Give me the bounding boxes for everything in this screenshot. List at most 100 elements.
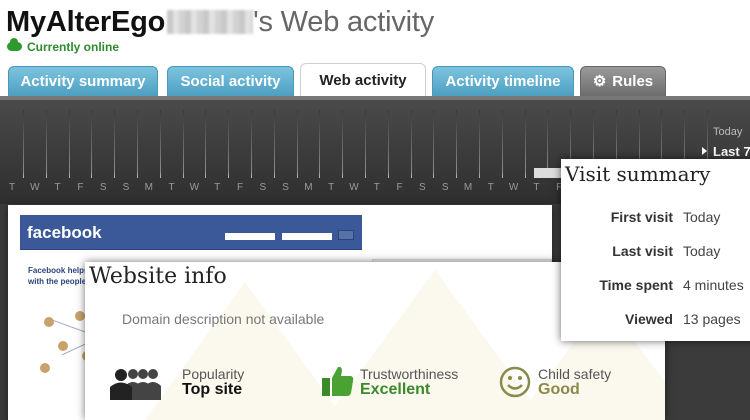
timeline-tick bbox=[23, 110, 24, 178]
page-title: MyAlterEgo 's Web activity bbox=[6, 6, 434, 39]
preview-header: facebook bbox=[20, 215, 362, 250]
visit-row-viewed: Viewed 13 pages bbox=[561, 311, 750, 331]
timeline-day[interactable]: M bbox=[301, 182, 315, 193]
timeline-day[interactable]: S bbox=[96, 182, 110, 193]
timeline-day[interactable]: S bbox=[415, 182, 429, 193]
timeline-tick bbox=[479, 110, 480, 178]
visit-row-value: Today bbox=[683, 243, 721, 259]
domain-description: Domain description not available bbox=[122, 311, 325, 327]
timeline-day[interactable]: T bbox=[5, 182, 19, 193]
timeline-day[interactable]: W bbox=[28, 182, 42, 193]
timeline-day[interactable]: S bbox=[119, 182, 133, 193]
child-safety-value: Good bbox=[538, 381, 580, 398]
network-node bbox=[44, 317, 54, 327]
timeline-day[interactable]: S bbox=[256, 182, 270, 193]
timeline-tick bbox=[205, 110, 207, 178]
timeline-tick bbox=[456, 110, 458, 178]
timeline-tick bbox=[296, 110, 298, 178]
visit-row-first-visit: First visit Today bbox=[561, 209, 750, 229]
timeline-day[interactable]: W bbox=[187, 182, 201, 193]
timeline-day[interactable]: F bbox=[73, 182, 87, 193]
child-safety-metric: Child safety Good bbox=[499, 360, 649, 400]
timeline-day[interactable]: S bbox=[438, 182, 452, 193]
network-node bbox=[40, 363, 50, 373]
timeline-day[interactable]: T bbox=[324, 182, 338, 193]
visit-row-key: First visit bbox=[610, 209, 673, 225]
trustworthiness-value: Excellent bbox=[360, 381, 431, 398]
tab-label: Social activity bbox=[180, 73, 281, 90]
timeline-day[interactable]: W bbox=[347, 182, 361, 193]
username: MyAlterEgo bbox=[6, 6, 166, 38]
timeline-tick bbox=[228, 110, 230, 178]
timeline-tick bbox=[410, 110, 412, 178]
timeline-tick bbox=[68, 110, 70, 178]
timeline-tick bbox=[387, 110, 389, 178]
network-edge bbox=[51, 319, 89, 334]
tab-label: Web activity bbox=[319, 72, 407, 89]
visit-row-time-spent: Time spent 4 minutes bbox=[561, 277, 750, 297]
page: MyAlterEgo 's Web activity Currently onli… bbox=[0, 0, 750, 420]
timeline-tick bbox=[251, 110, 252, 178]
tab-activity-summary[interactable]: Activity summary bbox=[8, 66, 158, 96]
timeline-day[interactable]: T bbox=[484, 182, 498, 193]
activity-bar bbox=[534, 168, 564, 178]
timeline-day[interactable]: F bbox=[233, 182, 247, 193]
facebook-logo: facebook bbox=[27, 223, 102, 242]
tab-rules[interactable]: ⚙ Rules bbox=[580, 66, 666, 96]
visit-row-key: Last visit bbox=[612, 243, 673, 259]
visit-row-key: Viewed bbox=[625, 311, 673, 327]
preview-login-button bbox=[338, 230, 354, 240]
tab-activity-timeline[interactable]: Activity timeline bbox=[432, 66, 574, 96]
tab-label: Rules bbox=[612, 73, 654, 90]
timeline-tick bbox=[501, 110, 503, 178]
tab-label: Activity summary bbox=[20, 73, 146, 90]
triangle-right-icon bbox=[702, 147, 707, 155]
thumbs-up-icon bbox=[322, 366, 354, 396]
timeline-tick bbox=[273, 110, 275, 178]
people-icon bbox=[110, 369, 161, 400]
timeline-tick bbox=[342, 110, 344, 178]
tab-social-activity[interactable]: Social activity bbox=[167, 66, 294, 96]
title-suffix: 's Web activity bbox=[253, 6, 435, 38]
trustworthiness-label: Trustworthiness bbox=[360, 366, 459, 382]
visit-row-key: Time spent bbox=[599, 277, 673, 293]
gear-icon: ⚙ bbox=[592, 73, 607, 90]
website-info-title: Website info bbox=[89, 264, 227, 289]
online-status: Currently online bbox=[7, 38, 120, 54]
timeline-day[interactable]: M bbox=[461, 182, 475, 193]
trustworthiness-metric: Trustworthiness Excellent bbox=[321, 360, 481, 400]
timeline-tick bbox=[433, 110, 435, 178]
timeline-day[interactable]: T bbox=[165, 182, 179, 193]
timeline-day[interactable]: T bbox=[370, 182, 384, 193]
timeline-tick bbox=[137, 110, 138, 178]
timeline-day[interactable]: T bbox=[51, 182, 65, 193]
visit-row-last-visit: Last visit Today bbox=[561, 243, 750, 263]
network-node bbox=[75, 311, 85, 321]
tab-web-activity[interactable]: Web activity bbox=[300, 63, 426, 96]
tab-label: Activity timeline bbox=[445, 73, 561, 90]
online-status-label: Currently online bbox=[27, 40, 120, 54]
timeline-tick bbox=[45, 110, 47, 178]
cloud-icon bbox=[7, 38, 22, 51]
timeline-day[interactable]: M bbox=[142, 182, 156, 193]
timeline-day[interactable]: F bbox=[393, 182, 407, 193]
timeline-day[interactable]: T bbox=[529, 182, 543, 193]
preview-field bbox=[282, 233, 332, 240]
timeline-tick bbox=[524, 110, 526, 178]
preview-tagline-2: with the people i bbox=[28, 277, 91, 286]
timeline-day[interactable]: W bbox=[507, 182, 521, 193]
popularity-value: Top site bbox=[182, 381, 243, 398]
timeline-day[interactable]: S bbox=[279, 182, 293, 193]
smiley-icon bbox=[499, 366, 531, 398]
visit-row-value: 13 pages bbox=[683, 311, 741, 327]
redacted-name bbox=[167, 10, 254, 34]
visit-row-value: Today bbox=[683, 209, 721, 225]
timeline-tick bbox=[182, 110, 184, 178]
timeline-day[interactable]: T bbox=[210, 182, 224, 193]
range-selector[interactable]: Last 7 bbox=[702, 144, 750, 159]
visit-summary-title: Visit summary bbox=[565, 162, 711, 186]
visit-summary-panel: Visit summary First visit Today Last visi… bbox=[561, 159, 750, 341]
network-node bbox=[58, 341, 68, 351]
timeline-tick bbox=[365, 110, 366, 178]
child-safety-label: Child safety bbox=[538, 366, 612, 382]
